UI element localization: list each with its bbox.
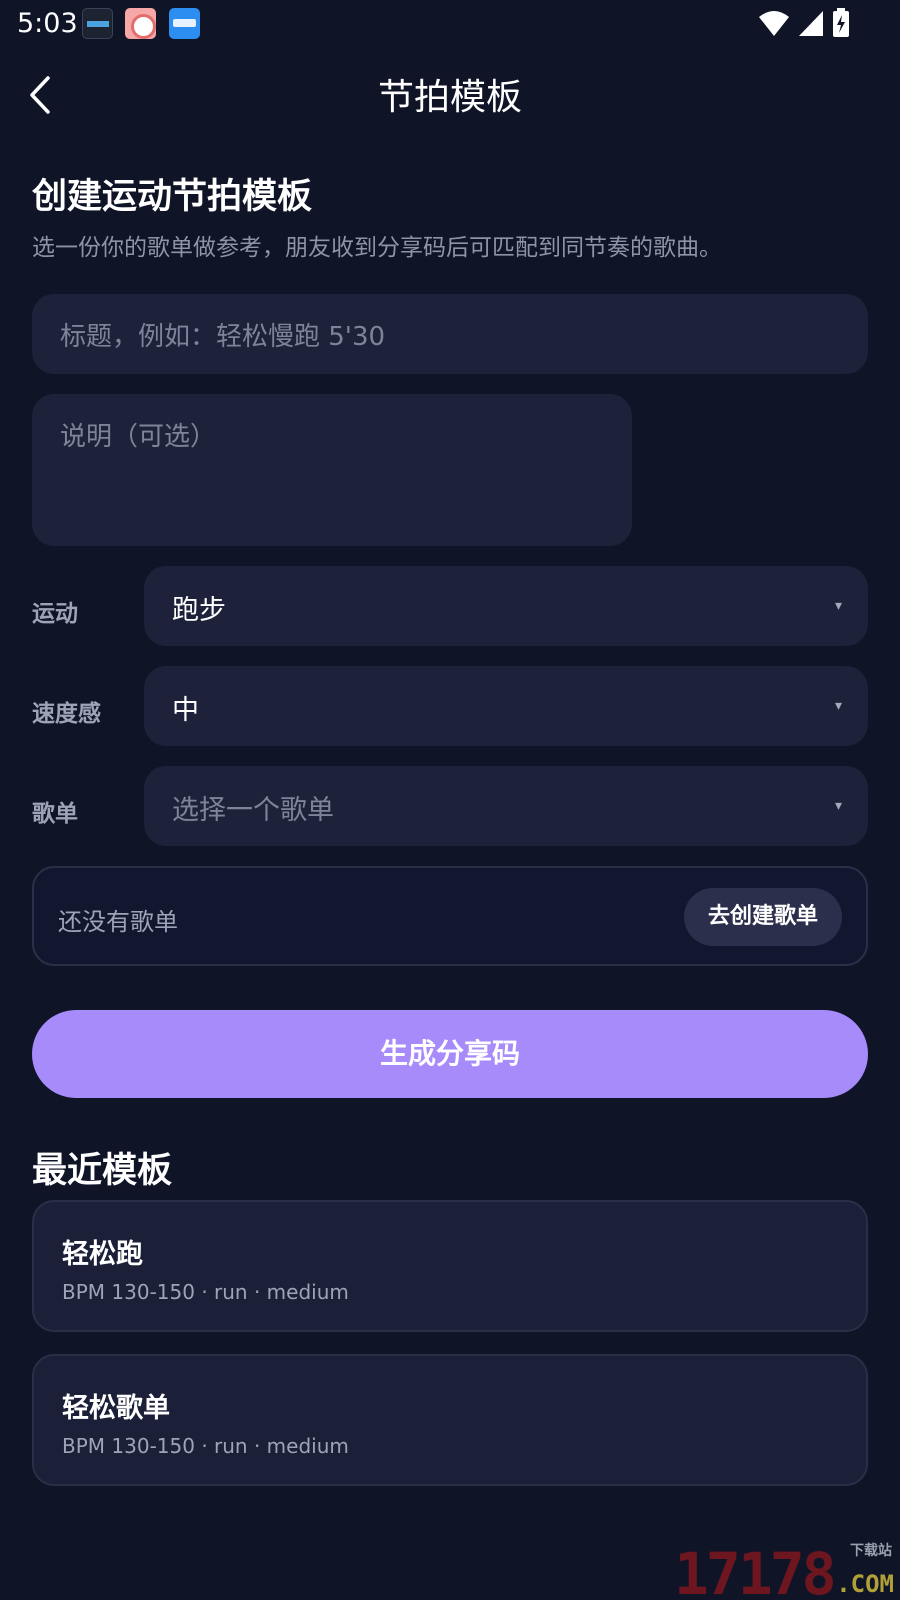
speed-label: 速度感 [32,701,101,727]
rice-ball-app-icon [125,8,156,39]
create-section-subtitle: 选一份你的歌单做参考，朋友收到分享码后可匹配到同节奏的歌曲。 [32,235,722,261]
template-meta: BPM 130-150 · run · medium [62,1280,349,1304]
template-name: 轻松跑 [62,1239,143,1270]
create-playlist-button[interactable]: 去创建歌单 [683,888,842,946]
playlist-label: 歌单 [32,801,78,827]
create-section-title: 创建运动节拍模板 [32,177,313,217]
signal-icon [799,11,823,36]
dropdown-caret-icon: ▾ [834,698,842,714]
generate-share-code-button[interactable]: 生成分享码 [32,1010,868,1098]
description-input-placeholder: 说明（可选） [60,422,217,452]
watermark-number: 17178 [674,1540,837,1600]
battery-charging-icon [833,8,849,37]
recent-templates-title: 最近模板 [32,1151,173,1191]
blue-app-icon [169,8,200,39]
clock-widget-icon [82,8,113,39]
empty-playlist-card: 还没有歌单 去创建歌单 [32,866,868,966]
title-input[interactable]: 标题，例如：轻松慢跑 5'30 [32,294,868,374]
template-meta: BPM 130-150 · run · medium [62,1434,349,1458]
speed-select-value: 中 [172,695,199,726]
watermark-tag: 下载站 [850,1543,892,1559]
empty-playlist-message: 还没有歌单 [58,908,178,936]
template-name: 轻松歌单 [62,1393,170,1424]
page-title: 节拍模板 [377,77,522,118]
wifi-icon [759,11,789,36]
template-card[interactable]: 轻松跑 BPM 130-150 · run · medium [32,1200,868,1332]
title-input-placeholder: 标题，例如：轻松慢跑 5'30 [60,322,386,352]
sport-label: 运动 [32,601,78,627]
watermark-suffix: .COM [836,1570,894,1598]
playlist-select[interactable]: 选择一个歌单 ▾ [144,766,868,846]
playlist-select-placeholder: 选择一个歌单 [172,795,334,826]
site-watermark: 17178 下载站 .COM [674,1536,900,1600]
template-card[interactable]: 轻松歌单 BPM 130-150 · run · medium [32,1354,868,1486]
dropdown-caret-icon: ▾ [834,798,842,814]
speed-select[interactable]: 中 ▾ [144,666,868,746]
dropdown-caret-icon: ▾ [834,598,842,614]
description-input[interactable]: 说明（可选） [32,394,632,546]
sport-select-value: 跑步 [172,595,226,626]
status-icons [758,8,850,38]
sport-select[interactable]: 跑步 ▾ [144,566,868,646]
status-bar: 5:03 [0,0,900,50]
status-time: 5:03 [17,8,78,39]
